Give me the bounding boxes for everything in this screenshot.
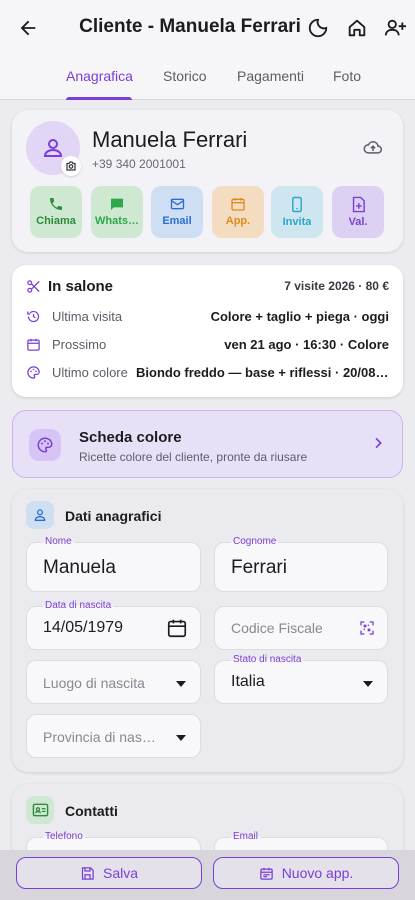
next-appointment-row: Prossimo ven 21 ago · 16:30 · Colore (26, 335, 389, 355)
calendar-icon (231, 198, 245, 211)
bottom-action-bar: Salva Nuovo app. (0, 850, 415, 900)
theme-toggle-button[interactable] (304, 14, 332, 42)
evaluation-label: Val. (348, 216, 368, 228)
whatsapp-button[interactable]: Whats… (91, 186, 143, 238)
mail-icon (170, 198, 184, 210)
salon-summary: 7 visite 2026 · 80 € (284, 279, 389, 293)
palette-icon (29, 429, 61, 461)
email-button[interactable]: Email (151, 186, 203, 238)
email-label: Email (162, 215, 192, 227)
tab-bar: Anagrafica Storico Pagamenti Foto (0, 56, 415, 100)
birth-country-label: Stato di nascita (231, 654, 304, 665)
tab-storico[interactable]: Storico (163, 68, 207, 84)
color-card-link[interactable]: Scheda colore Ricette colore del cliente… (12, 410, 403, 478)
birth-date-value: 14/05/1979 (43, 619, 124, 636)
new-appointment-label: Nuovo app. (281, 865, 354, 881)
person-icon (43, 139, 63, 157)
dropdown-arrow-icon (174, 731, 188, 749)
scissors-icon (26, 279, 41, 299)
last-color-value: Biondo freddo — base + riflessi · 20/08/… (136, 365, 389, 380)
client-name: Manuela Ferrari (92, 127, 248, 152)
cloud-upload-icon (363, 141, 382, 154)
birth-place-select[interactable]: Luogo di nascita (26, 660, 201, 704)
app-bar: Cliente - Manuela Ferrari (0, 0, 415, 56)
badge-icon (26, 501, 54, 529)
chevron-right-icon (370, 435, 386, 456)
last-color-label: Ultimo colore (52, 365, 128, 380)
birth-country-value: Italia (231, 673, 265, 690)
last-visit-label: Ultima visita (52, 309, 123, 324)
first-name-value: Manuela (43, 557, 116, 578)
last-name-label: Cognome (231, 536, 279, 547)
dropdown-arrow-icon (361, 677, 375, 695)
birth-date-label: Data di nascita (43, 600, 114, 611)
appointment-button[interactable]: App. (212, 186, 264, 238)
salon-title: In salone (48, 278, 114, 295)
client-header-card: Manuela Ferrari +39 340 2001001 Chiama W… (12, 110, 403, 252)
add-person-button[interactable] (381, 14, 409, 42)
last-visit-row: Ultima visita Colore + taglio + piega · … (26, 307, 389, 327)
tax-code-field[interactable]: Codice Fiscale (214, 606, 388, 650)
palette-icon (26, 365, 41, 385)
whatsapp-label: Whats… (95, 215, 139, 227)
call-button[interactable]: Chiama (30, 186, 82, 238)
last-color-row: Ultimo colore Biondo freddo — base + rif… (26, 363, 389, 383)
home-icon (348, 19, 366, 37)
history-icon (26, 309, 41, 329)
save-button[interactable]: Salva (16, 857, 202, 889)
dropdown-arrow-icon (174, 677, 188, 695)
first-name-label: Nome (43, 536, 74, 547)
birth-province-select[interactable]: Provincia di nas… (26, 714, 201, 758)
client-phone: +39 340 2001001 (92, 157, 186, 171)
last-name-value: Ferrari (231, 557, 287, 578)
invite-button[interactable]: Invita (271, 186, 323, 238)
next-appointment-label: Prossimo (52, 337, 107, 352)
document-plus-icon (352, 196, 365, 213)
tab-pagamenti[interactable]: Pagamenti (237, 68, 304, 84)
personal-data-card: Dati anagrafici Nome Manuela Cognome Fer… (12, 489, 403, 772)
email-label: Email (231, 831, 261, 842)
new-appointment-button[interactable]: Nuovo app. (213, 857, 399, 889)
birth-province-placeholder: Provincia di nas… (43, 729, 156, 745)
section-title: Contatti (65, 803, 118, 819)
calendar-icon (26, 337, 41, 357)
next-appointment-value: ven 21 ago · 16:30 · Colore (224, 337, 389, 352)
phone-label: Telefono (43, 831, 85, 842)
call-label: Chiama (36, 215, 76, 227)
color-card-subtitle: Ricette colore del cliente, pronte da ri… (79, 450, 308, 464)
last-name-field[interactable]: Cognome Ferrari (214, 536, 388, 592)
cloud-upload-button[interactable] (363, 138, 383, 161)
moon-icon (308, 18, 328, 38)
first-name-field[interactable]: Nome Manuela (26, 536, 201, 592)
tax-code-placeholder: Codice Fiscale (231, 620, 323, 636)
last-visit-value: Colore + taglio + piega · oggi (210, 309, 389, 324)
tab-anagrafica[interactable]: Anagrafica (66, 68, 133, 84)
invite-label: Invita (282, 216, 312, 228)
change-photo-button[interactable] (61, 156, 81, 176)
evaluation-button[interactable]: Val. (332, 186, 384, 238)
calendar-icon[interactable] (166, 617, 188, 644)
calendar-icon (259, 867, 273, 880)
tab-indicator (66, 97, 132, 100)
mobile-icon (292, 196, 302, 213)
color-card-title: Scheda colore (79, 429, 182, 446)
save-label: Salva (102, 865, 139, 881)
qr-scan-icon[interactable] (359, 620, 375, 641)
floppy-disk-icon (81, 866, 94, 880)
contact-card-icon (26, 796, 54, 824)
birth-place-placeholder: Luogo di nascita (43, 675, 145, 691)
add-person-icon (384, 19, 406, 36)
birth-date-field[interactable]: Data di nascita 14/05/1979 (26, 600, 201, 650)
home-button[interactable] (343, 14, 371, 42)
birth-country-select[interactable]: Stato di nascita Italia (214, 654, 388, 704)
salon-summary-card: In salone 7 visite 2026 · 80 € Ultima vi… (12, 265, 403, 397)
section-title: Dati anagrafici (65, 508, 162, 524)
camera-icon (66, 161, 76, 171)
tab-foto[interactable]: Foto (333, 68, 361, 84)
chat-icon (111, 198, 123, 210)
phone-icon (50, 198, 62, 210)
appointment-label: App. (225, 215, 251, 227)
